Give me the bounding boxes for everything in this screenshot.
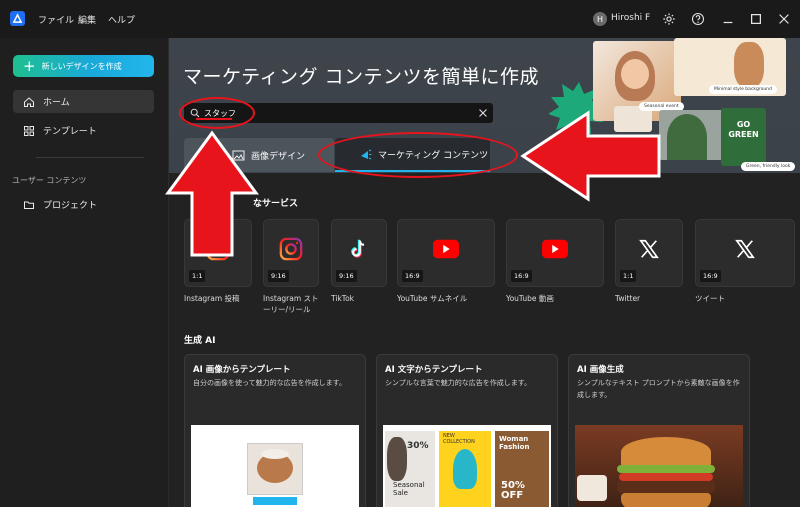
gear-icon[interactable] [661, 11, 677, 27]
preview-text: 50% OFF [501, 480, 525, 501]
menu-edit[interactable]: 編集 [78, 13, 96, 26]
user-name[interactable]: Hiroshi F [611, 13, 650, 23]
service-card-twitter[interactable]: 1:1 [615, 219, 683, 287]
app-window: ファイル 編集 ヘルプ H Hiroshi F + 新しいデザインを作成 ホーム… [0, 0, 800, 507]
title-bar: ファイル 編集 ヘルプ H Hiroshi F [0, 0, 800, 38]
preview-text: 30% [407, 441, 429, 451]
template-icon [23, 125, 35, 137]
service-label: Instagram 投稿 [184, 294, 240, 303]
service-card-tiktok[interactable]: 9:16 [331, 219, 387, 287]
avatar[interactable]: H [593, 12, 607, 26]
ai-card-description: 自分の画像を使って魅力的な広告を作成します。 [193, 379, 346, 387]
aspect-ratio-badge: 1:1 [620, 270, 637, 282]
plus-icon: + [23, 57, 36, 75]
menu-help[interactable]: ヘルプ [108, 13, 135, 26]
sidebar-section-label: ユーザー コンテンツ [12, 176, 87, 185]
sidebar-item-templates[interactable]: テンプレート [13, 119, 154, 142]
ai-card-preview-image [191, 425, 359, 507]
ai-card-image-generation[interactable]: AI 画像生成 シンプルなテキスト プロンプトから素敵な画像を作成します。 [568, 354, 750, 507]
aspect-ratio-badge: 9:16 [336, 270, 357, 282]
new-design-button[interactable]: + 新しいデザインを作成 [13, 55, 154, 77]
folder-icon [23, 199, 35, 211]
ai-card-preview-image: 30% Seasonal Sale NEW COLLECTION Woman F… [383, 425, 551, 507]
aspect-ratio-badge: 1:1 [189, 270, 206, 282]
sidebar-item-home[interactable]: ホーム [13, 90, 154, 113]
service-label: YouTube サムネイル [397, 294, 468, 303]
service-card-instagram-story[interactable]: 9:16 [263, 219, 319, 287]
annotation-ring-search [179, 97, 255, 129]
preview-text: NEW COLLECTION [443, 433, 475, 445]
app-logo-icon [10, 11, 25, 26]
preview-text: Seasonal Sale [393, 481, 425, 497]
annotation-arrow-left [520, 110, 661, 202]
sidebar-item-label: テンプレート [43, 127, 97, 137]
collage-label: Minimal style background [709, 85, 777, 94]
page-title: マーケティング コンテンツを簡単に作成 [183, 66, 540, 88]
sidebar-item-label: ホーム [43, 98, 70, 108]
youtube-icon [542, 236, 568, 262]
clear-icon[interactable] [478, 108, 488, 118]
service-label: TikTok [331, 294, 355, 303]
service-label: YouTube 動画 [506, 294, 554, 303]
new-design-label: 新しいデザインを作成 [41, 61, 122, 71]
service-card-youtube-thumbnail[interactable]: 16:9 [397, 219, 495, 287]
preview-text: Woman Fashion [499, 435, 530, 451]
sidebar-item-projects[interactable]: プロジェクト [13, 193, 154, 216]
annotation-arrow-up [165, 130, 259, 257]
ai-card-description: シンプルな言葉で魅力的な広告を作成します。 [385, 379, 532, 387]
service-card-youtube-video[interactable]: 16:9 [506, 219, 604, 287]
close-icon[interactable] [776, 11, 792, 27]
ai-card-preview-image [575, 425, 743, 507]
home-icon [23, 96, 35, 108]
service-label: ツイート [695, 294, 725, 303]
ai-card-image-to-template[interactable]: AI 画像からテンプレート 自分の画像を使って魅力的な広告を作成します。 [184, 354, 366, 507]
ai-card-text-to-template[interactable]: AI 文字からテンプレート シンプルな言葉で魅力的な広告を作成します。 30% … [376, 354, 558, 507]
sidebar-divider [36, 157, 144, 158]
collage-go-green-card: GO GREEN [721, 108, 766, 166]
service-label: Instagram ストーリー/リール [263, 294, 319, 314]
section-title-ai: 生成 AI [184, 336, 216, 346]
aspect-ratio-badge: 16:9 [700, 270, 721, 282]
tiktok-icon [346, 236, 372, 262]
main-content: Minimal style background Seasonal event … [169, 38, 800, 507]
sidebar-item-label: プロジェクト [43, 201, 98, 211]
service-card-tweet[interactable]: 16:9 [695, 219, 795, 287]
collage-label: Green, friendly look [741, 162, 796, 171]
ai-card-description: シンプルなテキスト プロンプトから素敵な画像を作成します。 [577, 379, 740, 399]
service-label: Twitter [615, 294, 641, 303]
minimize-icon[interactable] [720, 11, 736, 27]
annotation-ring-marketing-tab [318, 132, 518, 178]
aspect-ratio-badge: 16:9 [511, 270, 532, 282]
x-icon [636, 236, 662, 262]
ai-card-title: AI 画像からテンプレート [193, 365, 291, 375]
ai-card-title: AI 文字からテンプレート [385, 365, 483, 375]
instagram-icon [278, 236, 304, 262]
help-icon[interactable] [690, 11, 706, 27]
aspect-ratio-badge: 9:16 [268, 270, 289, 282]
ai-card-title: AI 画像生成 [577, 365, 624, 375]
maximize-icon[interactable] [748, 11, 764, 27]
aspect-ratio-badge: 16:9 [402, 270, 423, 282]
x-icon [732, 236, 758, 262]
youtube-icon [433, 236, 459, 262]
menu-file[interactable]: ファイル [38, 13, 74, 26]
sidebar: + 新しいデザインを作成 ホーム テンプレート ユーザー コンテンツ プロジェク… [0, 38, 169, 507]
annotation-underline [196, 118, 232, 120]
